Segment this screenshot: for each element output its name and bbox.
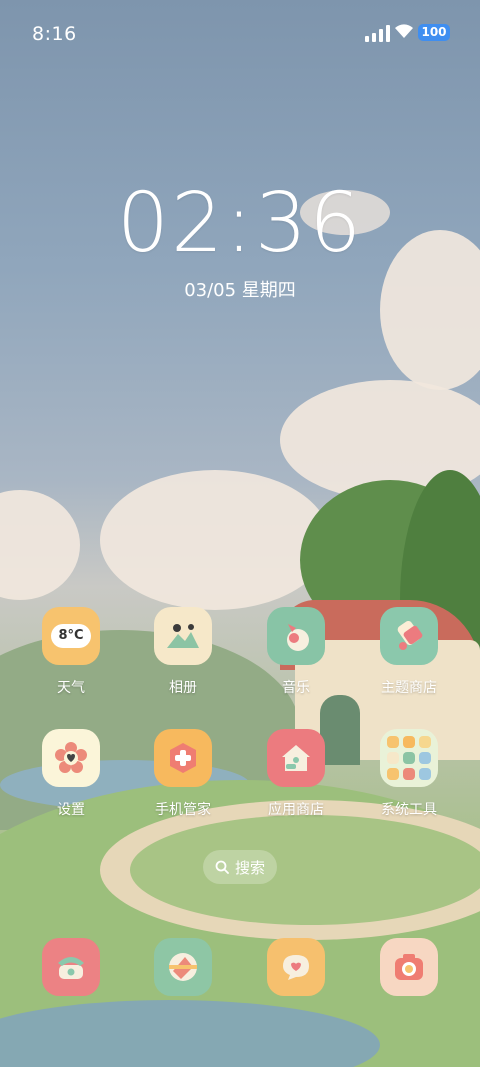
search-label: 搜索 — [234, 858, 265, 877]
theme-store-icon — [380, 607, 438, 665]
gallery-icon — [154, 607, 212, 665]
app-music[interactable]: 音乐 — [246, 607, 346, 697]
dock-camera[interactable] — [359, 938, 459, 996]
app-weather[interactable]: 8°C 天气 — [21, 607, 121, 697]
wifi-icon — [395, 24, 413, 38]
settings-icon — [42, 729, 100, 787]
folder-system-tools[interactable]: 系统工具 — [359, 729, 459, 819]
app-label: 天气 — [57, 680, 85, 696]
weather-temp: 8°C — [51, 624, 91, 648]
music-icon — [267, 607, 325, 665]
app-label: 手机管家 — [155, 802, 211, 818]
dock-phone[interactable] — [21, 938, 121, 996]
dock-browser[interactable] — [133, 938, 233, 996]
app-label: 音乐 — [282, 680, 310, 696]
dock-messages[interactable] — [246, 938, 346, 996]
app-phone-manager[interactable]: 手机管家 — [133, 729, 233, 819]
app-label: 设置 — [57, 802, 85, 818]
browser-icon — [154, 938, 212, 996]
background-cloud — [100, 470, 330, 610]
app-theme-store[interactable]: 主题商店 — [359, 607, 459, 697]
status-time: 8:16 — [32, 23, 77, 45]
status-bar: 8:16 100 — [0, 0, 480, 68]
app-gallery[interactable]: 相册 — [133, 607, 233, 697]
app-settings[interactable]: 设置 — [21, 729, 121, 819]
clock-time: 02:36 — [116, 176, 364, 271]
app-app-store[interactable]: 应用商店 — [246, 729, 346, 819]
app-label: 应用商店 — [268, 802, 324, 818]
app-label: 主题商店 — [381, 680, 437, 696]
search-button[interactable]: 搜索 — [203, 850, 277, 884]
cellular-signal-icon — [365, 24, 390, 42]
app-store-icon — [267, 729, 325, 787]
battery-indicator: 100 — [418, 24, 450, 41]
weather-icon: 8°C — [42, 607, 100, 665]
phone-manager-icon — [154, 729, 212, 787]
clock-date: 03/05 星期四 — [184, 280, 296, 301]
system-tools-folder-icon — [380, 729, 438, 787]
background-cloud — [0, 490, 80, 600]
search-icon — [215, 860, 229, 874]
phone-icon — [42, 938, 100, 996]
home-screen: 8:16 100 02:36 03/05 星期四 8°C 天气 相册 音乐 主题… — [0, 0, 480, 1067]
messages-icon — [267, 938, 325, 996]
app-label: 相册 — [169, 680, 197, 696]
background-path-inner — [130, 815, 480, 925]
app-label: 系统工具 — [381, 802, 437, 818]
camera-icon — [380, 938, 438, 996]
